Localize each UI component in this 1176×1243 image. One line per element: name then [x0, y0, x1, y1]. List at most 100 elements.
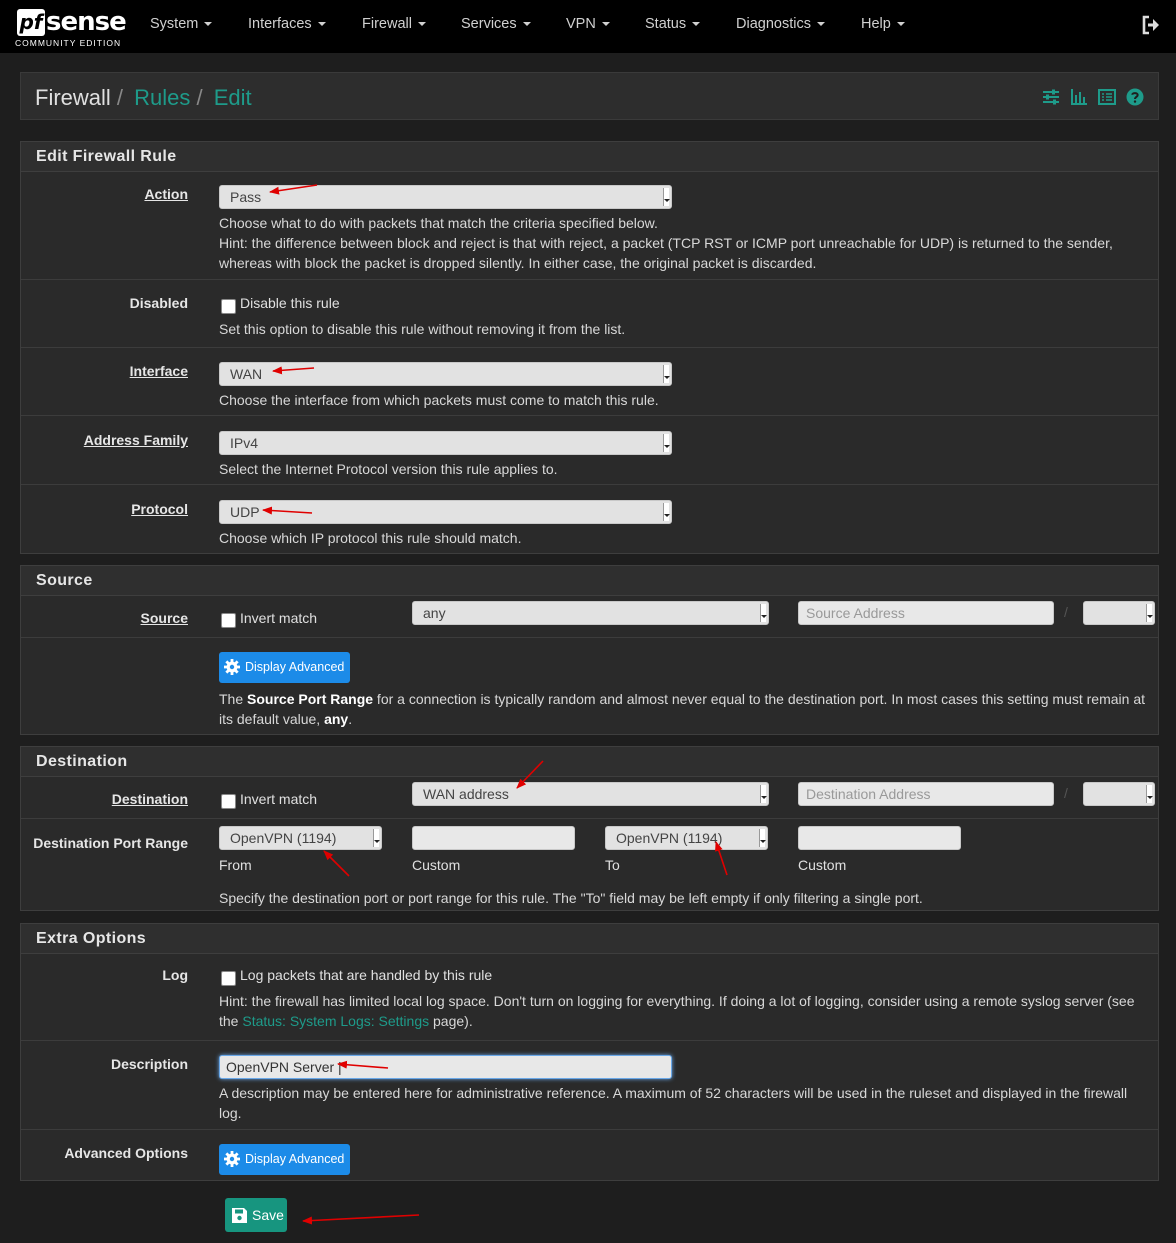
source-invert-label[interactable]: Invert match [240, 610, 317, 626]
select-arrow-icon [373, 829, 380, 847]
source-label[interactable]: Source [141, 610, 188, 626]
breadcrumb-firewall: Firewall [35, 85, 111, 110]
source-panel: Source Source Invert match any Source Ad… [20, 565, 1159, 735]
port-to-select[interactable]: OpenVPN (1194) [605, 826, 768, 850]
breadcrumb-edit[interactable]: Edit [214, 85, 252, 110]
action-help: Choose what to do with packets that matc… [219, 215, 1113, 271]
protocol-select[interactable]: UDP [219, 500, 672, 524]
nav-status[interactable]: Status [645, 16, 701, 32]
caret-down-icon [601, 22, 610, 27]
breadcrumb-separator: / [190, 85, 209, 110]
source-address-input[interactable]: Source Address [798, 601, 1054, 625]
advanced-display-button[interactable]: Display Advanced [219, 1144, 351, 1175]
panel-title: Source [21, 566, 1158, 596]
breadcrumb-separator: / [110, 85, 130, 110]
gear-icon [224, 1151, 240, 1167]
nav-vpn[interactable]: VPN [566, 16, 610, 32]
help-circle-icon[interactable] [1126, 88, 1144, 106]
panel-title: Destination [21, 747, 1158, 777]
destination-mask-select[interactable] [1083, 782, 1155, 806]
breadcrumb-rules[interactable]: Rules [134, 85, 190, 110]
source-advanced-row: Display Advanced The Source Port Range f… [21, 637, 1158, 734]
destination-invert-label[interactable]: Invert match [240, 791, 317, 807]
caret-down-icon [816, 22, 825, 27]
select-arrow-icon [759, 829, 766, 847]
destination-invert-checkbox[interactable] [221, 794, 236, 809]
caret-down-icon [692, 22, 701, 27]
action-row: Action Pass Choose what to do with packe… [21, 172, 1158, 279]
pfsense-logo[interactable]: pf sense COMMUNITY EDITION [14, 7, 127, 49]
source-mask-separator: / [1064, 604, 1068, 620]
destination-port-help: Specify the destination port or port ran… [219, 890, 923, 906]
system-logs-settings-link[interactable]: Status: System Logs: Settings [242, 1013, 429, 1029]
nav-help[interactable]: Help [861, 16, 905, 32]
address-family-help: Select the Internet Protocol version thi… [219, 461, 558, 477]
destination-port-row: Destination Port Range OpenVPN (1194) Op… [21, 818, 1158, 910]
nav-interfaces[interactable]: Interfaces [248, 16, 326, 32]
floppy-disk-icon [232, 1208, 247, 1223]
save-button[interactable]: Save [225, 1198, 287, 1232]
description-input[interactable]: OpenVPN Server | [219, 1055, 672, 1079]
select-arrow-icon [663, 503, 670, 521]
sliders-icon[interactable] [1042, 88, 1060, 106]
action-select[interactable]: Pass [219, 185, 672, 209]
advanced-options-row: Advanced Options Display Advanced [21, 1129, 1158, 1180]
address-family-row: Address Family IPv4 Select the Internet … [21, 415, 1158, 484]
select-arrow-icon [663, 188, 670, 206]
destination-type-select[interactable]: WAN address [412, 782, 769, 806]
extra-options-panel: Extra Options Log Log packets that are h… [20, 923, 1159, 1181]
breadcrumb: Firewall / Rules / Edit [20, 72, 1159, 120]
destination-label[interactable]: Destination [112, 791, 188, 807]
list-icon[interactable] [1098, 88, 1116, 106]
source-row: Source Invert match any Source Address / [21, 596, 1158, 637]
interface-label[interactable]: Interface [130, 363, 188, 379]
interface-select[interactable]: WAN [219, 362, 672, 386]
select-arrow-icon [760, 604, 767, 622]
port-from-label: From [219, 857, 252, 873]
select-arrow-icon [663, 434, 670, 452]
nav-firewall[interactable]: Firewall [362, 16, 426, 32]
nav-services[interactable]: Services [461, 16, 531, 32]
gear-icon [224, 659, 240, 675]
log-checkbox[interactable] [221, 971, 236, 986]
destination-port-label: Destination Port Range [33, 835, 188, 851]
nav-diagnostics[interactable]: Diagnostics [736, 16, 825, 32]
source-mask-select[interactable] [1083, 601, 1155, 625]
port-to-label: To [605, 857, 620, 873]
log-checkbox-label[interactable]: Log packets that are handled by this rul… [240, 967, 492, 983]
action-label[interactable]: Action [144, 186, 188, 202]
annotation-arrow [302, 1214, 420, 1225]
caret-down-icon [417, 22, 426, 27]
destination-row: Destination Invert match WAN address Des… [21, 777, 1158, 818]
bar-chart-icon[interactable] [1070, 88, 1088, 106]
destination-address-input[interactable]: Destination Address [798, 782, 1054, 806]
source-type-select[interactable]: any [412, 601, 769, 625]
disabled-label: Disabled [129, 295, 188, 311]
disabled-row: Disabled Disable this rule Set this opti… [21, 279, 1158, 347]
source-display-advanced-button[interactable]: Display Advanced [219, 652, 351, 683]
source-port-help: The Source Port Range for a connection i… [219, 691, 1145, 727]
disable-rule-checkbox-label[interactable]: Disable this rule [240, 295, 340, 311]
protocol-label[interactable]: Protocol [131, 501, 188, 517]
address-family-select[interactable]: IPv4 [219, 431, 672, 455]
port-from-select[interactable]: OpenVPN (1194) [219, 826, 382, 850]
source-invert-checkbox[interactable] [221, 613, 236, 628]
logout-icon[interactable] [1141, 14, 1161, 36]
top-navbar: pf sense COMMUNITY EDITION System Interf… [0, 0, 1176, 53]
nav-system[interactable]: System [150, 16, 213, 32]
port-from-custom-input[interactable] [412, 826, 575, 850]
disable-rule-checkbox[interactable] [221, 299, 236, 314]
edit-rule-panel: Edit Firewall Rule Action Pass Choose wh… [20, 141, 1159, 554]
panel-title: Extra Options [21, 924, 1158, 954]
advanced-options-label: Advanced Options [64, 1145, 188, 1161]
port-to-custom-input[interactable] [798, 826, 961, 850]
description-help: A description may be entered here for ad… [219, 1085, 1128, 1121]
protocol-help: Choose which IP protocol this rule shoul… [219, 530, 522, 546]
address-family-label[interactable]: Address Family [84, 432, 188, 448]
select-arrow-icon [760, 785, 767, 803]
log-row: Log Log packets that are handled by this… [21, 954, 1158, 1040]
logo-edition: COMMUNITY EDITION [15, 38, 122, 48]
select-arrow-icon [1146, 604, 1153, 622]
caret-down-icon [317, 22, 326, 27]
caret-down-icon [204, 22, 213, 27]
